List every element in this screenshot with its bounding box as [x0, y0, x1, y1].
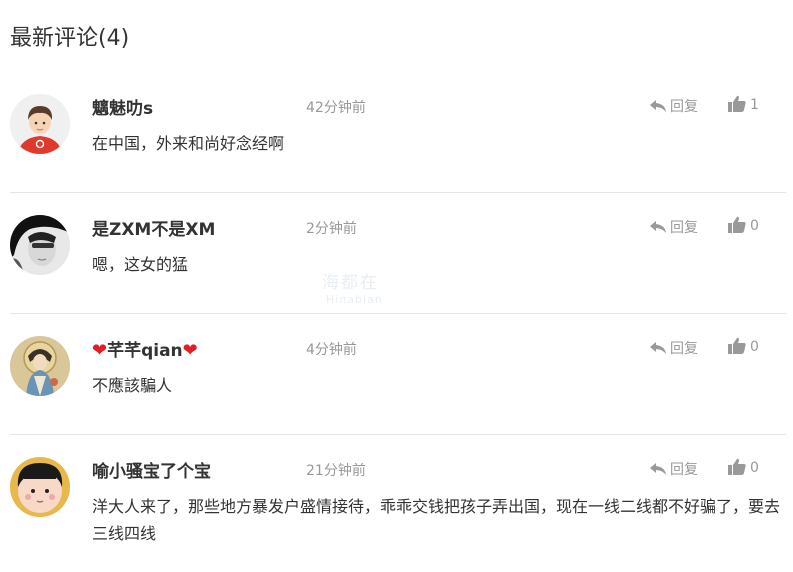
comment-text: 不應該騙人	[92, 376, 173, 395]
reply-button[interactable]: 回复	[650, 96, 698, 117]
like-count: 0	[750, 339, 759, 355]
thumbs-up-icon	[728, 458, 746, 479]
reply-label: 回复	[670, 220, 698, 236]
comment-item: 是ZXM不是XM 2分钟前 回复 0 嗯，这女的猛	[10, 215, 786, 295]
avatar[interactable]	[10, 94, 70, 154]
comment-item: 魑魅叻s 42分钟前 回复 1 在中国，外来和尚好念经啊	[10, 94, 786, 174]
like-button[interactable]: 0	[728, 216, 759, 237]
thumbs-up-icon	[728, 337, 746, 358]
divider	[10, 313, 786, 314]
comment-text: 在中国，外来和尚好念经啊	[92, 134, 285, 153]
reply-icon	[650, 99, 666, 117]
reply-icon	[650, 341, 666, 359]
username[interactable]: 喻小骚宝了个宝	[92, 457, 211, 482]
heart-icon: ❤	[182, 340, 198, 361]
reply-icon	[650, 462, 666, 480]
reply-icon	[650, 220, 666, 238]
thumbs-up-icon	[728, 216, 746, 237]
reply-label: 回复	[670, 99, 698, 115]
comment-item: ❤芊芊qian❤ 4分钟前 回复 0 不應該騙人	[10, 336, 786, 416]
username-text: 芊芊qian	[107, 341, 183, 361]
reply-button[interactable]: 回复	[650, 338, 698, 359]
heart-icon: ❤	[92, 340, 108, 361]
like-button[interactable]: 1	[728, 95, 759, 116]
reply-button[interactable]: 回复	[650, 217, 698, 238]
comment-time: 4分钟前	[306, 342, 357, 358]
like-count: 0	[750, 218, 759, 234]
like-count: 0	[750, 460, 759, 476]
avatar[interactable]	[10, 336, 70, 396]
avatar[interactable]	[10, 215, 70, 275]
username[interactable]: ❤芊芊qian❤	[92, 336, 198, 361]
comment-time: 2分钟前	[306, 221, 357, 237]
divider	[10, 192, 786, 193]
reply-button[interactable]: 回复	[650, 459, 698, 480]
reply-label: 回复	[670, 341, 698, 357]
like-button[interactable]: 0	[728, 458, 759, 479]
username[interactable]: 是ZXM不是XM	[92, 215, 215, 240]
comment-item: 喻小骚宝了个宝 21分钟前 回复 0 洋大人来了，那些地方暴发户盛情接待，乖乖交…	[10, 457, 786, 567]
reply-label: 回复	[670, 462, 698, 478]
like-button[interactable]: 0	[728, 337, 759, 358]
like-count: 1	[750, 97, 759, 113]
comment-text: 嗯，这女的猛	[92, 255, 189, 274]
comment-time: 42分钟前	[306, 100, 366, 116]
username[interactable]: 魑魅叻s	[92, 94, 153, 119]
comment-text: 洋大人来了，那些地方暴发户盛情接待，乖乖交钱把孩子弄出国，现在一线二线都不好骗了…	[92, 497, 781, 543]
divider	[10, 434, 786, 435]
comments-section-title: 最新评论(4)	[10, 26, 130, 51]
avatar[interactable]	[10, 457, 70, 517]
comment-time: 21分钟前	[306, 463, 366, 479]
thumbs-up-icon	[728, 95, 746, 116]
